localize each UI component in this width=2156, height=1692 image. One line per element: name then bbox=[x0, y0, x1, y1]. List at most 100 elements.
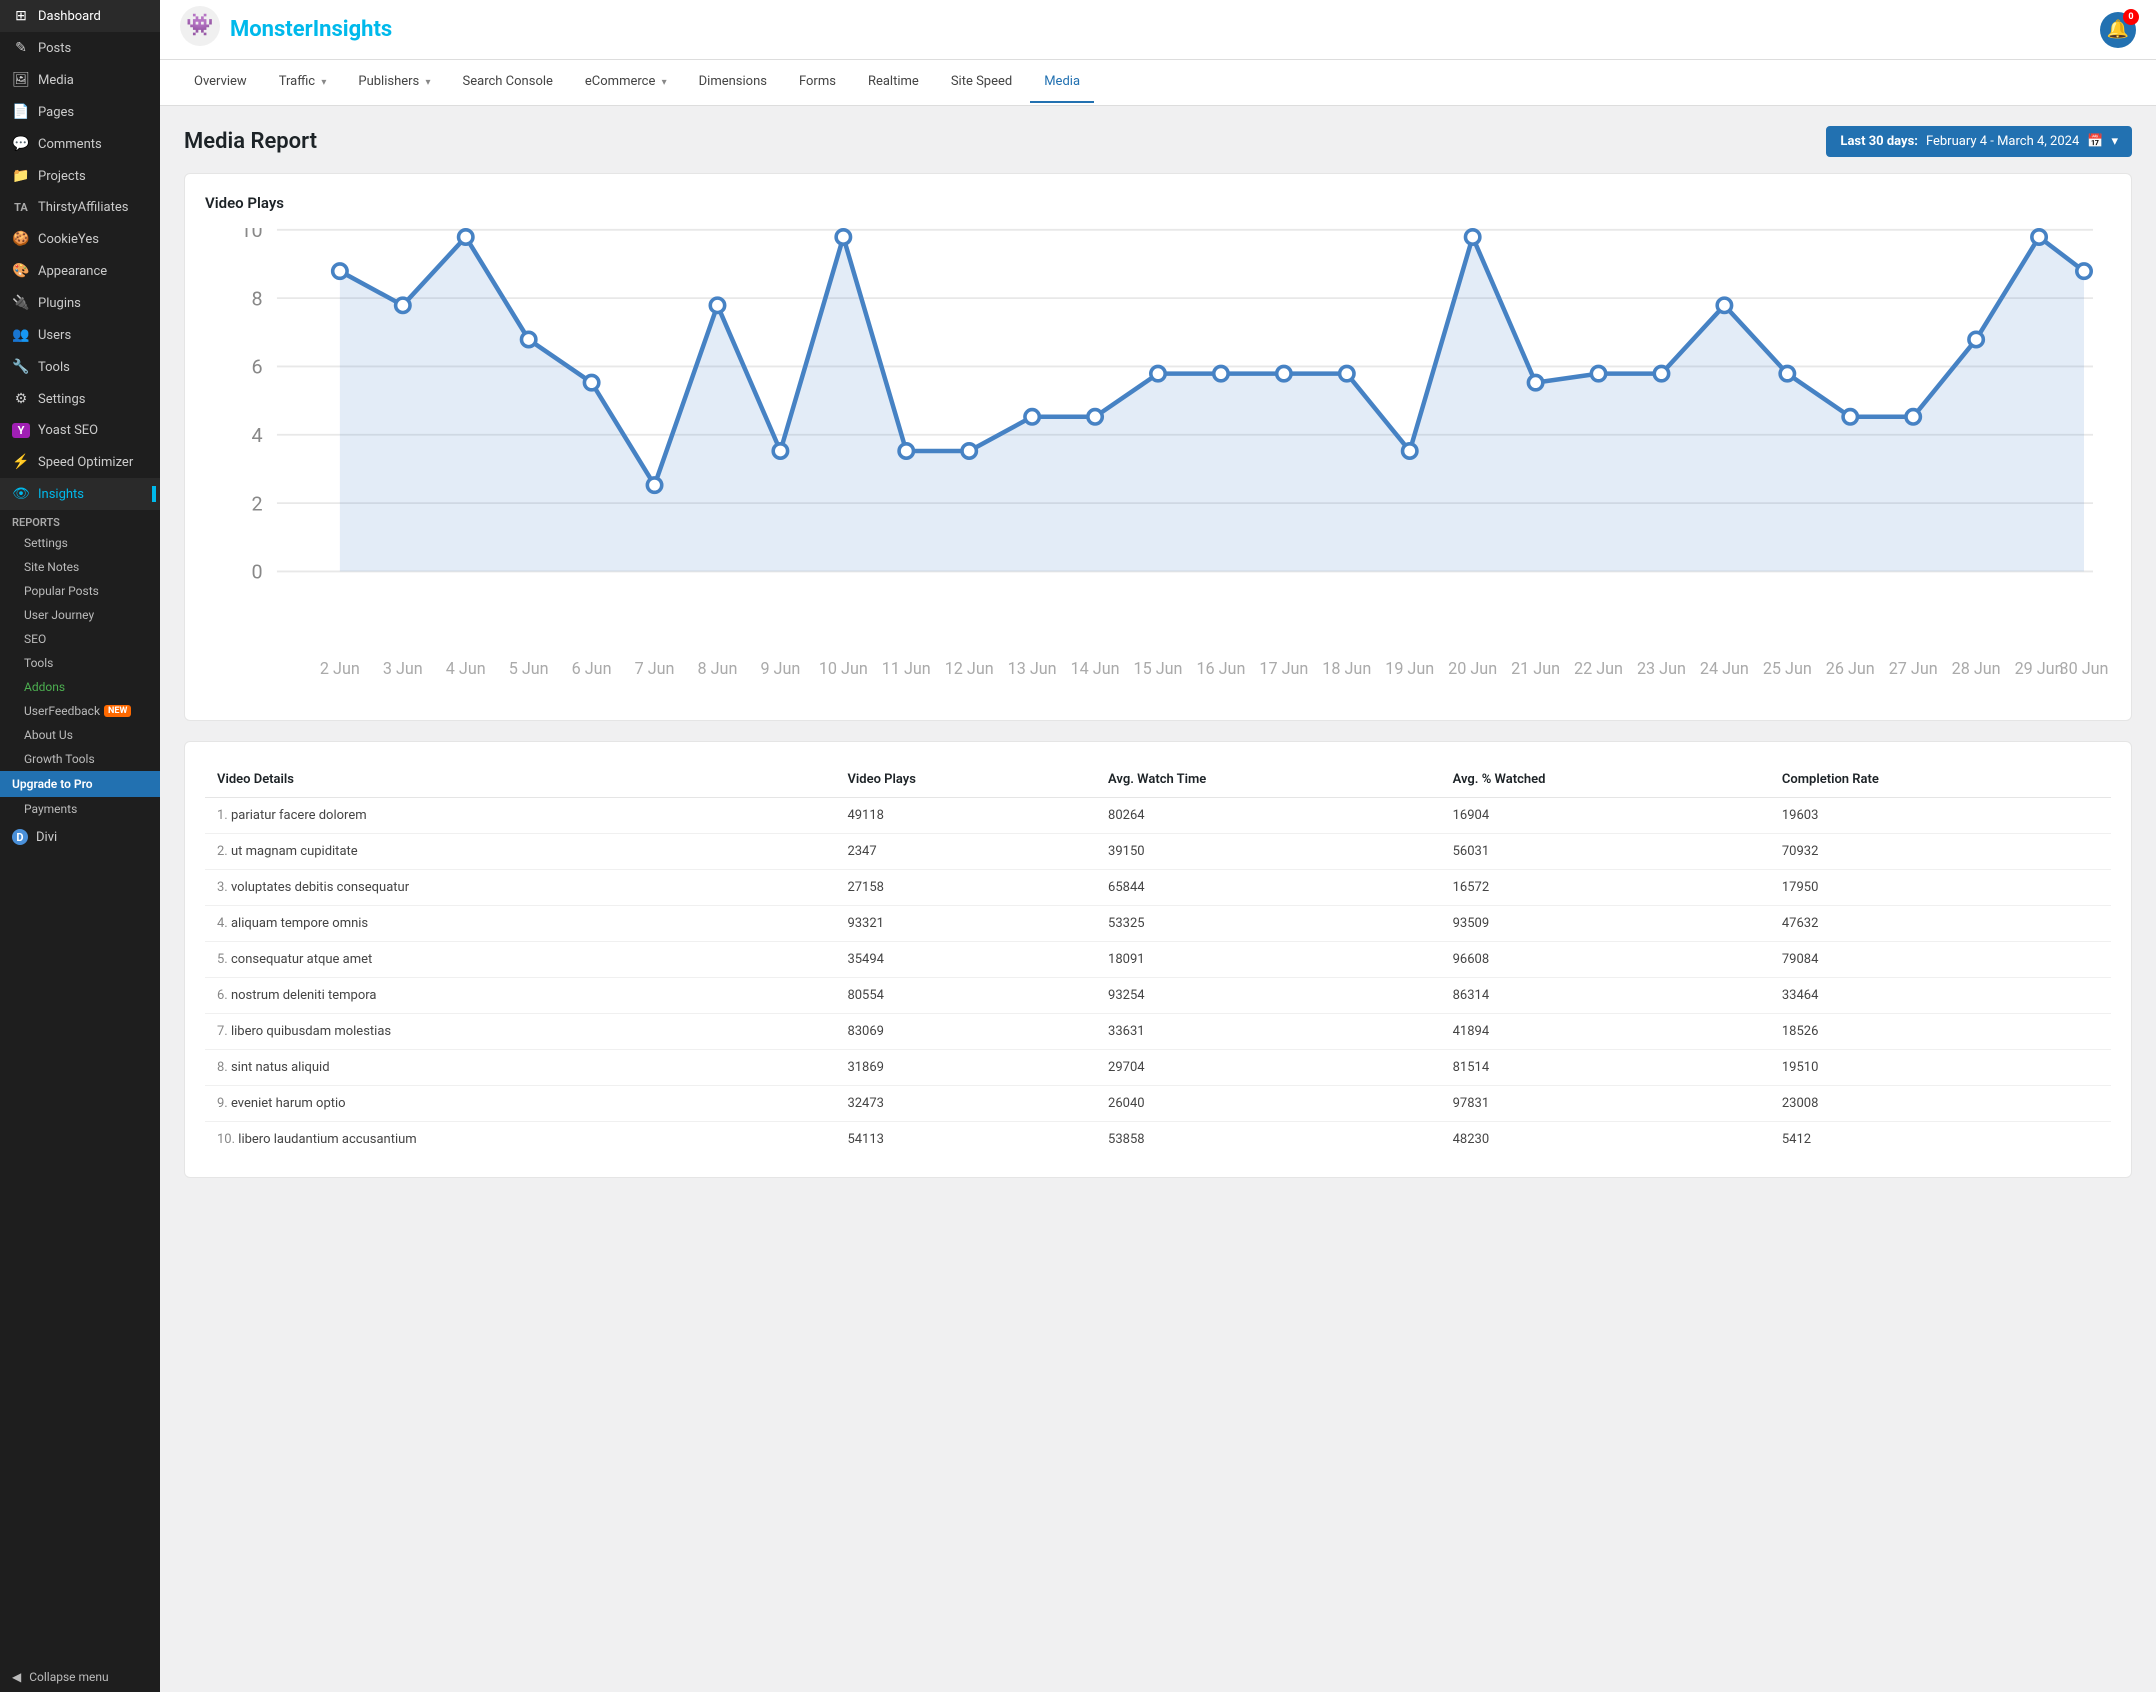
sidebar-item-pages[interactable]: 📄 Pages bbox=[0, 96, 160, 128]
svg-text:19 Jun: 19 Jun bbox=[1385, 659, 1434, 678]
svg-text:8 Jun: 8 Jun bbox=[698, 659, 738, 678]
sidebar-item-media[interactable]: 🖼 Media bbox=[0, 64, 160, 96]
table-row: 1. pariatur facere dolorem 49118 80264 1… bbox=[205, 797, 2111, 833]
chart-card: Video Plays 0 2 4 6 8 bbox=[184, 173, 2132, 721]
sidebar-item-appearance[interactable]: 🎨 Appearance bbox=[0, 255, 160, 287]
sidebar-item-projects[interactable]: 📁 Projects bbox=[0, 160, 160, 192]
dashboard-icon: ⊞ bbox=[12, 8, 30, 24]
nav-tabs: Overview Traffic ▾ Publishers ▾ Search C… bbox=[160, 60, 2156, 106]
divi-icon: D bbox=[12, 829, 28, 845]
yoast-icon: Y bbox=[12, 423, 30, 438]
svg-text:5 Jun: 5 Jun bbox=[509, 659, 549, 678]
insights-icon: 👁 bbox=[12, 486, 30, 502]
svg-text:4 Jun: 4 Jun bbox=[446, 659, 486, 678]
chart-wrapper: 0 2 4 6 8 10 bbox=[205, 228, 2111, 700]
tab-ecommerce[interactable]: eCommerce ▾ bbox=[571, 62, 681, 103]
topbar: 👾 MonsterInsights 🔔 0 bbox=[160, 0, 2156, 60]
logo-icon: 👾 bbox=[180, 6, 220, 54]
tab-site-speed[interactable]: Site Speed bbox=[937, 62, 1026, 103]
sidebar-sub-tools[interactable]: Tools bbox=[0, 651, 160, 675]
users-icon: 👥 bbox=[12, 327, 30, 343]
sidebar-divi[interactable]: D Divi bbox=[0, 821, 160, 853]
table-row: 5. consequatur atque amet 35494 18091 96… bbox=[205, 941, 2111, 977]
sidebar-item-posts[interactable]: ✎ Posts bbox=[0, 32, 160, 64]
svg-text:26 Jun: 26 Jun bbox=[1826, 659, 1875, 678]
svg-text:25 Jun: 25 Jun bbox=[1763, 659, 1812, 678]
upgrade-to-pro-button[interactable]: Upgrade to Pro bbox=[0, 771, 160, 797]
chevron-down-icon: ▾ bbox=[662, 77, 667, 88]
sidebar-item-speed[interactable]: ⚡ Speed Optimizer bbox=[0, 446, 160, 478]
tab-dimensions[interactable]: Dimensions bbox=[685, 62, 781, 103]
table-row: 8. sint natus aliquid 31869 29704 81514 … bbox=[205, 1049, 2111, 1085]
chevron-down-icon: ▾ bbox=[321, 77, 326, 88]
projects-icon: 📁 bbox=[12, 168, 30, 184]
svg-text:3 Jun: 3 Jun bbox=[383, 659, 423, 678]
col-header-watch-time: Avg. Watch Time bbox=[1096, 762, 1441, 798]
sidebar-sub-site-notes[interactable]: Site Notes bbox=[0, 555, 160, 579]
tab-search-console[interactable]: Search Console bbox=[449, 62, 567, 103]
tab-traffic[interactable]: Traffic ▾ bbox=[265, 62, 341, 103]
page-header: Media Report Last 30 days: February 4 - … bbox=[184, 126, 2132, 157]
svg-text:11 Jun: 11 Jun bbox=[882, 659, 931, 678]
svg-text:0: 0 bbox=[251, 561, 262, 584]
tab-realtime[interactable]: Realtime bbox=[854, 62, 933, 103]
topbar-right: 🔔 0 bbox=[2100, 12, 2136, 48]
svg-text:14 Jun: 14 Jun bbox=[1071, 659, 1120, 678]
table-row: 2. ut magnam cupiditate 2347 39150 56031… bbox=[205, 833, 2111, 869]
tab-publishers[interactable]: Publishers ▾ bbox=[344, 62, 444, 103]
sidebar-sub-settings[interactable]: Settings bbox=[0, 531, 160, 555]
col-header-completion: Completion Rate bbox=[1770, 762, 2111, 798]
sidebar-item-insights[interactable]: 👁 Insights bbox=[0, 478, 160, 510]
notification-bell[interactable]: 🔔 0 bbox=[2100, 12, 2136, 48]
speed-icon: ⚡ bbox=[12, 454, 30, 470]
sidebar-item-comments[interactable]: 💬 Comments bbox=[0, 128, 160, 160]
sidebar-sub-user-journey[interactable]: User Journey bbox=[0, 603, 160, 627]
sidebar-sub-growth-tools[interactable]: Growth Tools bbox=[0, 747, 160, 771]
sidebar-item-dashboard[interactable]: ⊞ Dashboard bbox=[0, 0, 160, 32]
svg-text:27 Jun: 27 Jun bbox=[1889, 659, 1938, 678]
logo-text: MonsterInsights bbox=[230, 17, 392, 42]
collapse-menu-button[interactable]: ◀ Collapse menu bbox=[0, 1662, 160, 1692]
svg-text:15 Jun: 15 Jun bbox=[1134, 659, 1183, 678]
appearance-icon: 🎨 bbox=[12, 263, 30, 279]
collapse-icon: ◀ bbox=[12, 1670, 21, 1684]
sidebar-item-tools[interactable]: 🔧 Tools bbox=[0, 351, 160, 383]
tab-overview[interactable]: Overview bbox=[180, 62, 261, 103]
sidebar-item-thirsty[interactable]: TA ThirstyAffiliates bbox=[0, 192, 160, 223]
sidebar-sub-addons[interactable]: Addons bbox=[0, 675, 160, 699]
settings-icon: ⚙ bbox=[12, 391, 30, 407]
sidebar: ⊞ Dashboard ✎ Posts 🖼 Media 📄 Pages 💬 Co… bbox=[0, 0, 160, 1692]
svg-text:28 Jun: 28 Jun bbox=[1952, 659, 2001, 678]
chevron-down-icon: ▾ bbox=[425, 77, 430, 88]
sidebar-item-plugins[interactable]: 🔌 Plugins bbox=[0, 287, 160, 319]
svg-text:2: 2 bbox=[251, 492, 262, 515]
video-plays-chart: 0 2 4 6 8 10 bbox=[205, 228, 2111, 696]
sidebar-sub-seo[interactable]: SEO bbox=[0, 627, 160, 651]
sidebar-item-settings[interactable]: ⚙ Settings bbox=[0, 383, 160, 415]
sidebar-sub-popular-posts[interactable]: Popular Posts bbox=[0, 579, 160, 603]
notification-count: 0 bbox=[2123, 9, 2139, 25]
date-picker-button[interactable]: Last 30 days: February 4 - March 4, 2024… bbox=[1826, 126, 2132, 157]
tab-media[interactable]: Media bbox=[1030, 62, 1094, 103]
new-badge: NEW bbox=[104, 705, 131, 717]
table-row: 9. eveniet harum optio 32473 26040 97831… bbox=[205, 1085, 2111, 1121]
svg-text:24 Jun: 24 Jun bbox=[1700, 659, 1749, 678]
svg-text:23 Jun: 23 Jun bbox=[1637, 659, 1686, 678]
table-row: 3. voluptates debitis consequatur 27158 … bbox=[205, 869, 2111, 905]
sidebar-item-users[interactable]: 👥 Users bbox=[0, 319, 160, 351]
pages-icon: 📄 bbox=[12, 104, 30, 120]
calendar-icon: 📅 bbox=[2087, 134, 2103, 149]
sidebar-sub-about[interactable]: About Us bbox=[0, 723, 160, 747]
tab-forms[interactable]: Forms bbox=[785, 62, 850, 103]
cookieyes-icon: 🍪 bbox=[12, 231, 30, 247]
sidebar-item-yoast[interactable]: Y Yoast SEO bbox=[0, 415, 160, 446]
table-row: 4. aliquam tempore omnis 93321 53325 935… bbox=[205, 905, 2111, 941]
page-title: Media Report bbox=[184, 129, 317, 154]
sidebar-sub-userfeedback[interactable]: UserFeedback NEW bbox=[0, 699, 160, 723]
svg-text:30 Jun: 30 Jun bbox=[2060, 659, 2109, 678]
main-content: 👾 MonsterInsights 🔔 0 Overview Traffic ▾… bbox=[160, 0, 2156, 1692]
sidebar-payments[interactable]: Payments bbox=[0, 797, 160, 821]
svg-text:10: 10 bbox=[240, 228, 262, 242]
sidebar-item-cookieyes[interactable]: 🍪 CookieYes bbox=[0, 223, 160, 255]
svg-text:17 Jun: 17 Jun bbox=[1259, 659, 1308, 678]
